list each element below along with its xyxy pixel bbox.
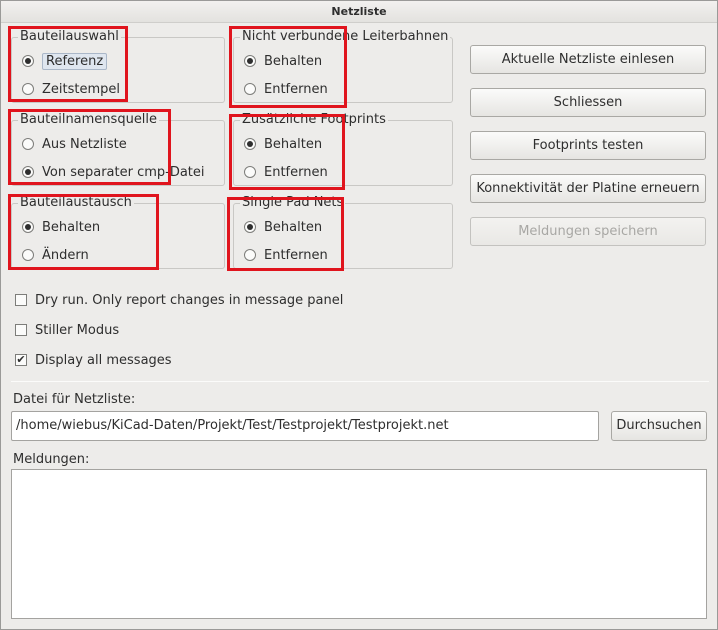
group-footprints: Zusätzliche Footprints Behalten Entferne… (233, 112, 453, 186)
group-leiterbahnen-legend: Nicht verbundene Leiterbahnen (240, 29, 451, 44)
checkbox-display-all[interactable]: ✔ Display all messages (15, 351, 172, 369)
checkbox-indicator[interactable] (15, 294, 27, 306)
radio-label: Aus Netzliste (42, 136, 127, 152)
radio-label: Ändern (42, 247, 89, 263)
checkbox-silent-mode[interactable]: Stiller Modus (15, 321, 119, 339)
radio-indicator[interactable] (22, 55, 34, 67)
group-footprints-legend: Zusätzliche Footprints (240, 112, 388, 127)
messages-panel[interactable] (11, 469, 707, 619)
netlist-file-input[interactable]: /home/wiebus/KiCad-Daten/Projekt/Test/Te… (11, 411, 599, 441)
netlist-file-label: Datei für Netzliste: (13, 392, 136, 407)
radio-indicator[interactable] (244, 83, 256, 95)
group-namensquelle-legend: Bauteilnamensquelle (18, 112, 160, 127)
radio-indicator[interactable] (244, 249, 256, 261)
radio-referenz-label: Referenz (42, 52, 108, 70)
radio-label: Von separater cmp-Datei (42, 164, 205, 180)
test-footprints-button[interactable]: Footprints testen (470, 131, 706, 160)
group-bauteilauswahl: Bauteilauswahl Referenz Zeitstempel (11, 29, 225, 103)
radio-label: Entfernen (264, 81, 328, 97)
radio-singlepad-entfernen[interactable]: Entfernen (244, 246, 328, 264)
checkbox-indicator[interactable] (15, 324, 27, 336)
radio-referenz[interactable]: Referenz (22, 52, 108, 70)
radio-label: Entfernen (264, 164, 328, 180)
group-austausch: Bauteilaustausch Behalten Ändern (11, 195, 225, 269)
radio-label: Behalten (264, 136, 323, 152)
group-leiterbahnen: Nicht verbundene Leiterbahnen Behalten E… (233, 29, 453, 103)
checkbox-label: Stiller Modus (35, 322, 120, 338)
rebuild-connectivity-button[interactable]: Konnektivität der Platine erneuern (470, 174, 706, 203)
radio-label: Behalten (264, 53, 323, 69)
checkbox-dry-run[interactable]: Dry run. Only report changes in message … (15, 291, 343, 309)
group-namensquelle: Bauteilnamensquelle Aus Netzliste Von se… (11, 112, 225, 186)
radio-label: Entfernen (264, 247, 328, 263)
checkbox-label: Display all messages (35, 352, 172, 368)
browse-button[interactable]: Durchsuchen (611, 411, 707, 441)
checkbox-label: Dry run. Only report changes in message … (35, 292, 344, 308)
group-singlepad: Single Pad Nets Behalten Entfernen (233, 195, 453, 269)
check-mark-icon: ✔ (16, 353, 26, 366)
radio-footprints-entfernen[interactable]: Entfernen (244, 163, 328, 181)
radio-austausch-behalten[interactable]: Behalten (22, 218, 100, 236)
radio-indicator[interactable] (244, 138, 256, 150)
radio-indicator[interactable] (22, 249, 34, 261)
checkbox-indicator[interactable]: ✔ (15, 354, 27, 366)
radio-label: Behalten (42, 219, 101, 235)
radio-aus-netzliste[interactable]: Aus Netzliste (22, 135, 127, 153)
read-netlist-button[interactable]: Aktuelle Netzliste einlesen (470, 45, 706, 74)
close-button[interactable]: Schliessen (470, 88, 706, 117)
radio-indicator[interactable] (22, 138, 34, 150)
radio-zeitstempel[interactable]: Zeitstempel (22, 80, 120, 98)
save-messages-button[interactable]: Meldungen speichern (470, 217, 706, 246)
radio-indicator[interactable] (244, 166, 256, 178)
radio-label: Behalten (264, 219, 323, 235)
radio-indicator[interactable] (22, 83, 34, 95)
radio-indicator[interactable] (22, 221, 34, 233)
radio-zeitstempel-label: Zeitstempel (42, 81, 121, 97)
radio-singlepad-behalten[interactable]: Behalten (244, 218, 322, 236)
window-title: Netzliste (1, 1, 717, 23)
radio-footprints-behalten[interactable]: Behalten (244, 135, 322, 153)
group-singlepad-legend: Single Pad Nets (240, 195, 346, 210)
separator (11, 381, 709, 382)
radio-indicator[interactable] (244, 221, 256, 233)
group-bauteilauswahl-legend: Bauteilauswahl (18, 29, 121, 44)
radio-indicator[interactable] (244, 55, 256, 67)
radio-cmp-datei[interactable]: Von separater cmp-Datei (22, 163, 205, 181)
radio-leiterbahnen-behalten[interactable]: Behalten (244, 52, 322, 70)
radio-indicator[interactable] (22, 166, 34, 178)
radio-austausch-aendern[interactable]: Ändern (22, 246, 89, 264)
messages-label: Meldungen: (13, 452, 90, 467)
radio-leiterbahnen-entfernen[interactable]: Entfernen (244, 80, 328, 98)
netlist-dialog: Netzliste Bauteilauswahl Referenz Zeitst… (0, 0, 718, 630)
group-austausch-legend: Bauteilaustausch (18, 195, 134, 210)
